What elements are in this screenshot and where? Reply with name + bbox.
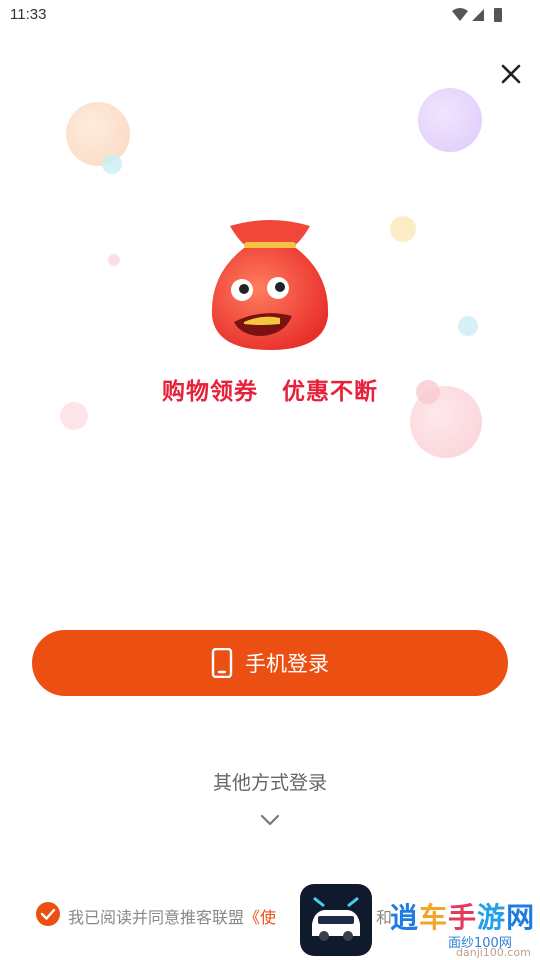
phone-icon (211, 648, 233, 678)
decorative-bubble (102, 154, 122, 174)
phone-login-button[interactable]: 手机登录 (32, 630, 508, 696)
terms-link[interactable]: 《使 (244, 908, 276, 927)
watermark-char: 手 (448, 901, 478, 934)
decorative-bubble (390, 216, 416, 242)
wifi-icon (452, 8, 468, 21)
watermark-char: 网 (506, 901, 536, 934)
agreement-text: 我已阅读并同意推客联盟《使 (68, 904, 276, 928)
chevron-down-icon[interactable] (258, 812, 282, 828)
watermark-char: 游 (477, 901, 507, 934)
agreement-prefix: 我已阅读并同意推客联盟 (68, 908, 245, 927)
decorative-bubble (66, 102, 130, 166)
agreement-checkbox[interactable] (36, 902, 60, 926)
app-badge-overlay (300, 884, 372, 956)
promo-slogan: 购物领券 优惠不断 (0, 372, 540, 406)
status-icons (452, 8, 502, 22)
watermark-char: 逍 (390, 901, 420, 934)
slogan-left: 购物领券 (162, 379, 258, 405)
close-button[interactable] (496, 59, 526, 89)
watermark-url: danji100.com (456, 946, 531, 959)
status-time: 11:33 (10, 6, 47, 23)
status-bar: 11:33 (0, 0, 540, 30)
close-icon (501, 64, 521, 84)
watermark-title: 逍车手游网 (390, 896, 535, 936)
lucky-bag-mascot (211, 220, 329, 350)
watermark-char: 车 (419, 901, 449, 934)
phone-login-label: 手机登录 (245, 652, 329, 676)
signal-icon (472, 9, 484, 21)
battery-icon (494, 8, 502, 22)
slogan-right: 优惠不断 (282, 379, 378, 405)
car-app-icon (312, 896, 360, 941)
decorative-bubble (60, 402, 88, 430)
decorative-bubble (108, 254, 120, 266)
other-login-methods[interactable]: 其他方式登录 (0, 768, 540, 795)
decorative-bubble (458, 316, 478, 336)
check-icon (40, 908, 56, 920)
decorative-bubble (418, 88, 482, 152)
